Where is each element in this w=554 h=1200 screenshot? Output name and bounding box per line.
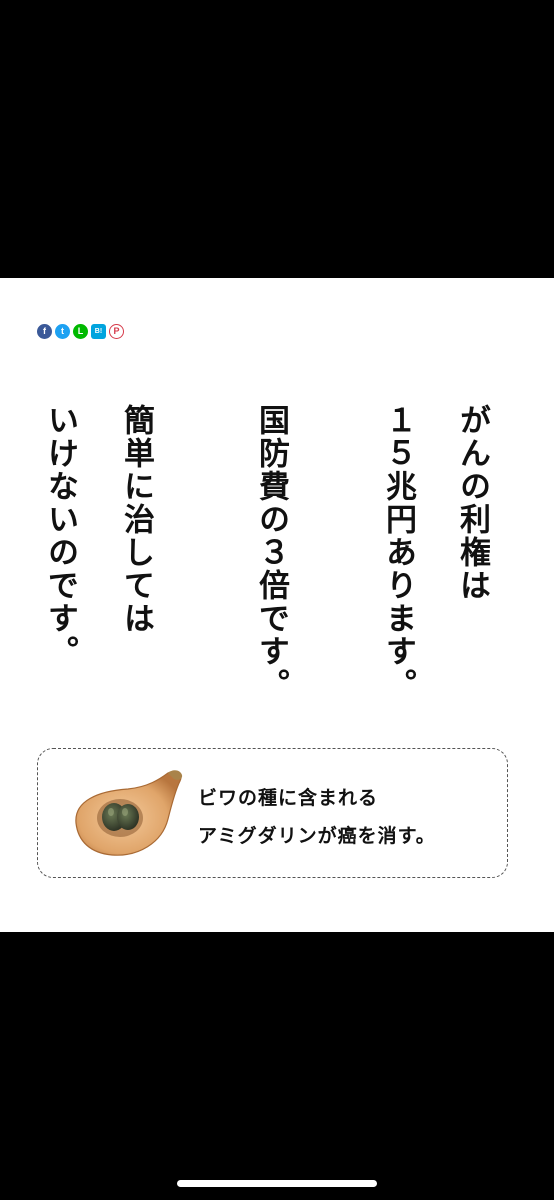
home-indicator[interactable]: [177, 1180, 377, 1187]
loquat-seed-image: [75, 770, 183, 856]
article-text-column-4: 簡単に治しては: [118, 404, 154, 635]
article-text-column-1: がんの利権は: [454, 404, 490, 602]
pinterest-share-icon[interactable]: P: [109, 324, 124, 339]
article-text-column-5: いけないのです。: [42, 404, 78, 668]
article-text-column-2: １５兆円あります。: [380, 404, 416, 701]
line-share-icon[interactable]: L: [73, 324, 88, 339]
callout-text: ビワの種に含まれる アミグダリンが癌を消す。: [198, 779, 436, 855]
facebook-share-icon[interactable]: f: [37, 324, 52, 339]
hatena-bookmark-icon[interactable]: B!: [91, 324, 106, 339]
callout-line-1: ビワの種に含まれる: [198, 787, 379, 809]
article-text-column-3: 国防費の３倍です。: [253, 404, 289, 701]
twitter-share-icon[interactable]: t: [55, 324, 70, 339]
callout-box: ビワの種に含まれる アミグダリンが癌を消す。: [37, 748, 508, 878]
share-buttons: f t L B! P: [37, 324, 124, 339]
screen: f t L B! P がんの利権は １５兆円あります。 国防費の３倍です。 簡単…: [0, 0, 554, 1200]
callout-line-2: アミグダリンが癌を消す。: [198, 825, 436, 847]
